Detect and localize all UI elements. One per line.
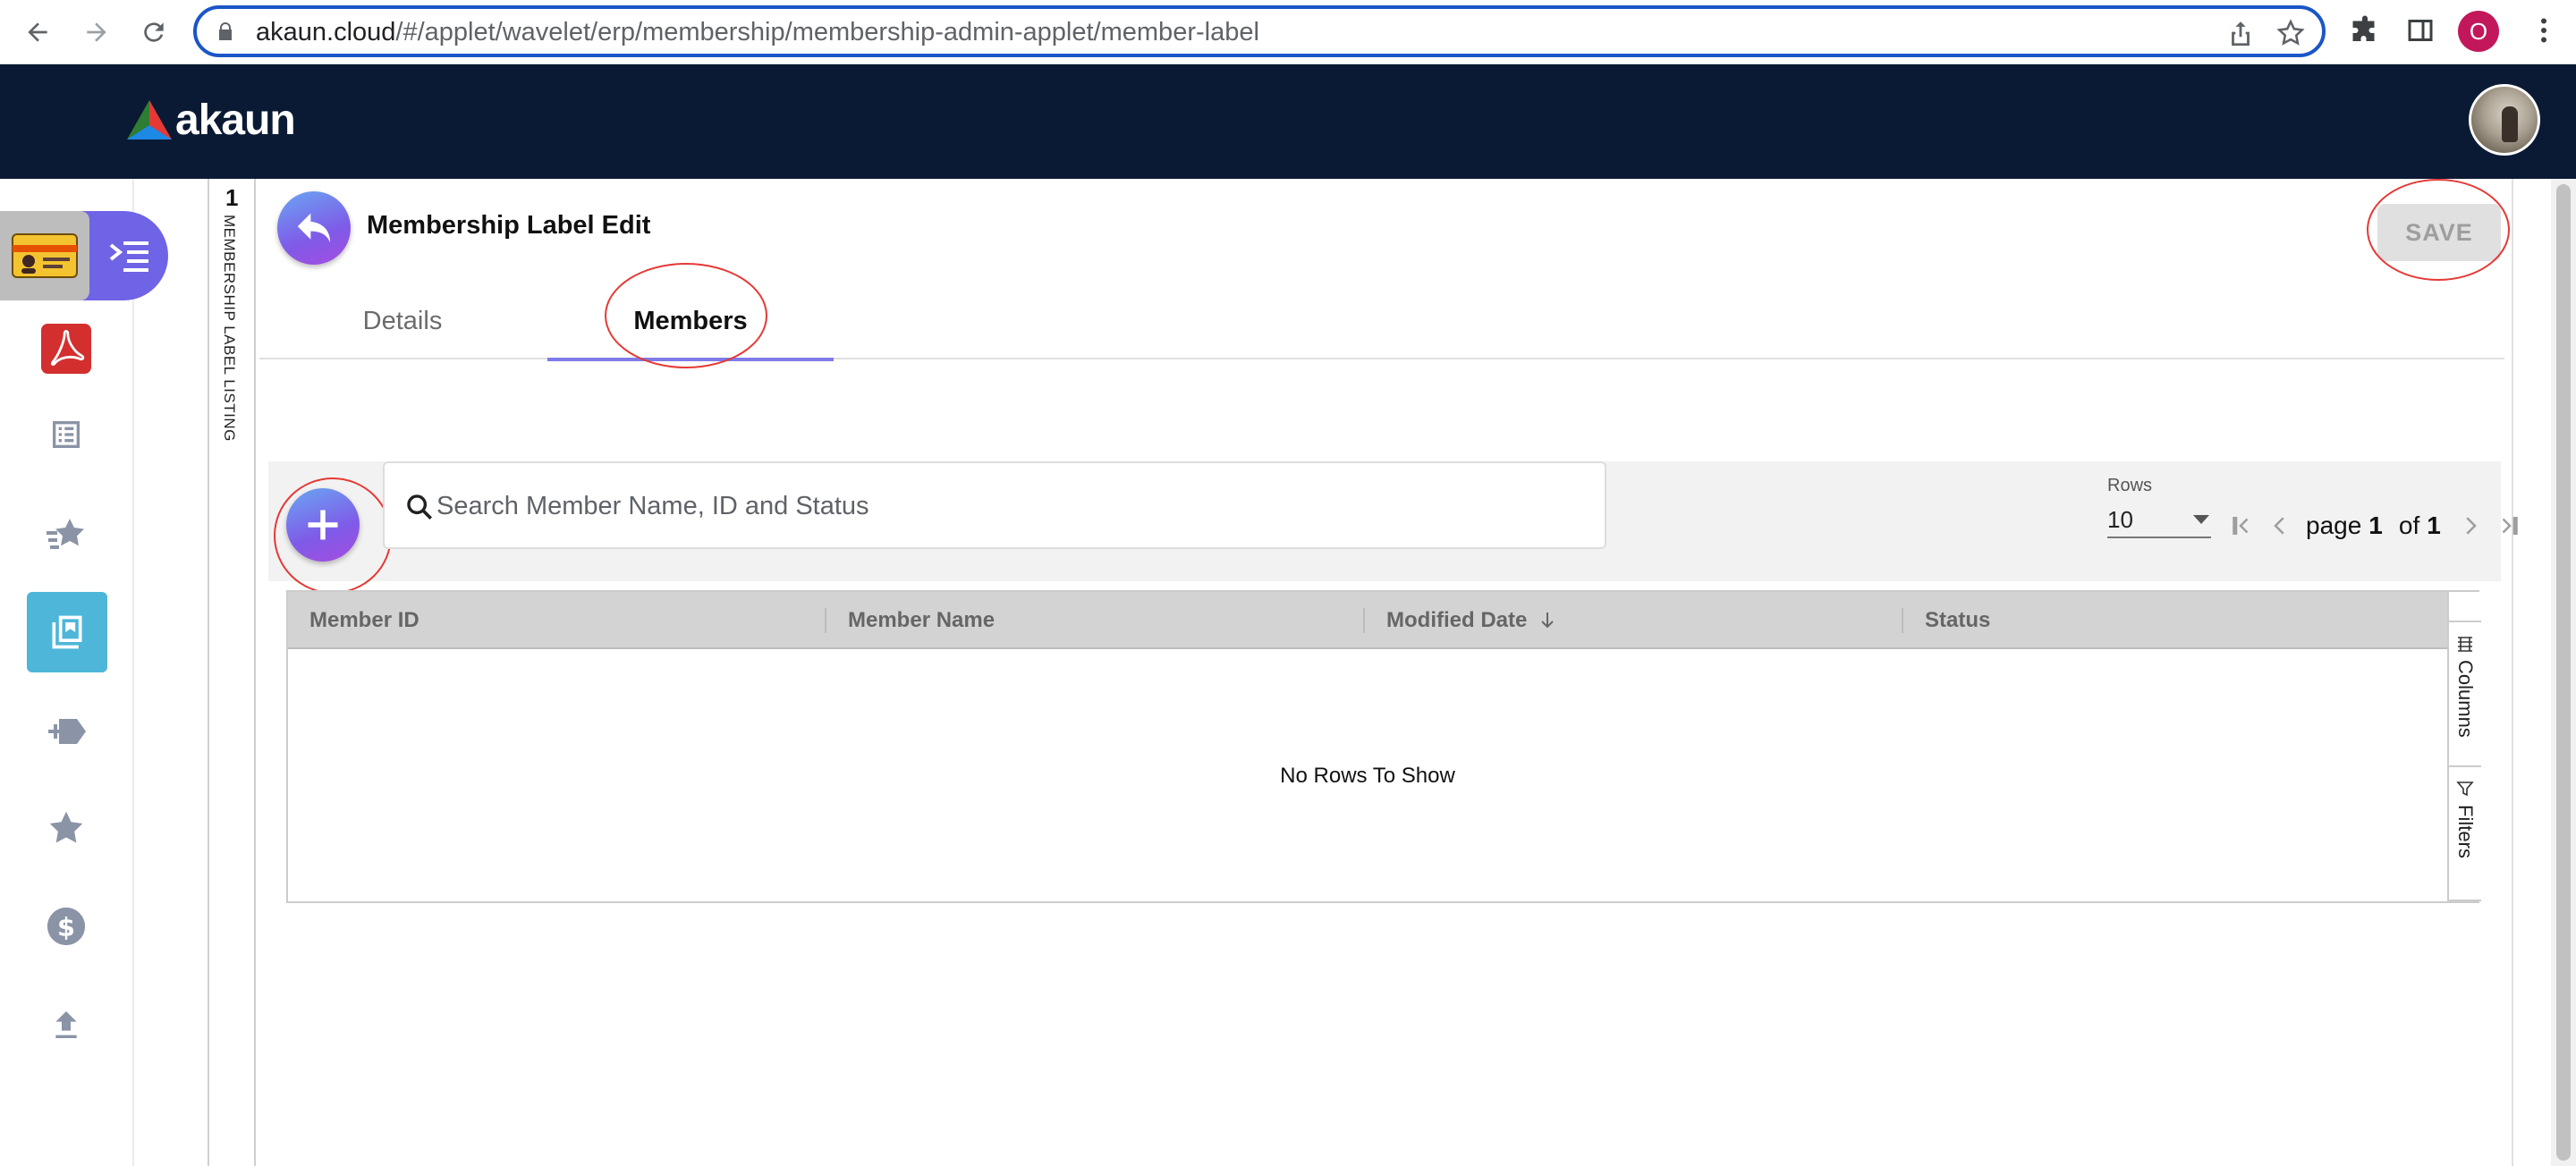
- browser-profile-avatar[interactable]: O: [2458, 11, 2499, 52]
- listing-label: MEMBERSHIP LABEL LISTING: [221, 215, 238, 442]
- search-icon: [407, 494, 433, 520]
- annotation-circle-add: [274, 477, 392, 594]
- dropdown-caret-icon: [2193, 515, 2209, 524]
- rows-label: Rows: [2107, 476, 2153, 495]
- book-icon[interactable]: [27, 592, 107, 672]
- logo-text: akaun: [175, 96, 296, 144]
- column-header-modified-date[interactable]: Modified Date: [1365, 592, 1903, 649]
- column-header-label: Member ID: [309, 608, 419, 632]
- search-container: [383, 461, 1606, 549]
- upload-icon[interactable]: [41, 1000, 91, 1050]
- grid-header: Member ID Member Name Modified Date Stat…: [288, 592, 2447, 649]
- back-arrow-icon[interactable]: [18, 13, 57, 52]
- grid-empty-message: No Rows To Show: [1280, 764, 1455, 788]
- annotation-circle-save: [2367, 179, 2510, 281]
- columns-tool-button[interactable]: Columns: [2449, 622, 2481, 767]
- members-grid: Member ID Member Name Modified Date Stat…: [286, 590, 2481, 903]
- url-host: akaun.cloud: [256, 18, 396, 46]
- akaun-logo-icon: [127, 100, 172, 139]
- extensions-puzzle-icon[interactable]: [2349, 14, 2381, 46]
- grid-toolbar: Rows 10 page 1 of 1: [268, 461, 2518, 594]
- filters-tool-label: Filters: [2454, 805, 2477, 858]
- forward-arrow-icon[interactable]: [77, 13, 116, 52]
- applet-sidebar: $: [0, 179, 168, 1166]
- previous-page-icon[interactable]: [2267, 512, 2293, 539]
- akaun-logo[interactable]: akaun: [125, 93, 296, 147]
- more-vertical-icon[interactable]: [2528, 14, 2560, 46]
- user-avatar[interactable]: [2469, 84, 2540, 156]
- filter-icon: [2456, 782, 2474, 797]
- acrobat-icon[interactable]: [41, 324, 91, 374]
- column-header-label: Status: [1925, 608, 1991, 632]
- edit-panel: Membership Label Edit SAVE Details Membe…: [256, 179, 2518, 1166]
- column-header-label: Member Name: [848, 608, 996, 632]
- membership-card-icon[interactable]: [0, 211, 89, 300]
- of-word: of: [2398, 511, 2420, 539]
- browser-toolbar: akaun.cloud/#/applet/wavelet/erp/members…: [0, 0, 2576, 64]
- column-header-status[interactable]: Status: [1903, 592, 2447, 649]
- url-path: /#/applet/wavelet/erp/membership/members…: [395, 18, 1259, 46]
- address-bar[interactable]: akaun.cloud/#/applet/wavelet/erp/members…: [193, 5, 2326, 57]
- pagination: page 1 of 1: [2227, 508, 2536, 544]
- sort-descending-icon: [1541, 613, 1555, 629]
- grid-side-tools: Columns Filters: [2447, 592, 2481, 901]
- tab-details[interactable]: Details: [259, 283, 546, 359]
- app-header: akaun: [0, 64, 2576, 179]
- annotation-circle-members-tab: [605, 263, 767, 368]
- share-icon[interactable]: [2225, 18, 2256, 48]
- svg-text:$: $: [57, 912, 75, 942]
- reload-icon[interactable]: [134, 13, 174, 52]
- page-scrollbar[interactable]: [2551, 179, 2576, 1166]
- rows-per-page-value: 10: [2107, 506, 2133, 533]
- list-icon[interactable]: [41, 410, 91, 460]
- total-pages: 1: [2427, 511, 2441, 539]
- column-header-label: Modified Date: [1386, 608, 1528, 632]
- first-page-icon[interactable]: [2227, 512, 2254, 539]
- last-page-icon[interactable]: [2496, 512, 2523, 539]
- page-word: page: [2306, 511, 2362, 539]
- star-rating-icon[interactable]: [41, 510, 91, 560]
- lock-icon: [219, 22, 232, 40]
- side-panel-icon[interactable]: [2404, 14, 2436, 46]
- columns-tool-label: Columns: [2454, 660, 2477, 738]
- column-header-member-name[interactable]: Member Name: [826, 592, 1365, 649]
- rows-per-page-select[interactable]: 10: [2107, 499, 2211, 538]
- filters-tool-button[interactable]: Filters: [2449, 767, 2481, 901]
- column-header-member-id[interactable]: Member ID: [288, 592, 826, 649]
- menu-collapse-icon[interactable]: [107, 236, 152, 275]
- reply-arrow-icon: [297, 213, 331, 243]
- url-text: akaun.cloud/#/applet/wavelet/erp/members…: [256, 18, 1259, 47]
- next-page-icon[interactable]: [2457, 512, 2484, 539]
- back-button[interactable]: [277, 191, 351, 265]
- dollar-icon[interactable]: $: [41, 901, 91, 951]
- listing-count: 1: [225, 184, 239, 211]
- tab-bar: Details Members: [259, 283, 2504, 361]
- search-input[interactable]: [436, 481, 1581, 531]
- columns-icon: [2458, 637, 2472, 652]
- star-icon[interactable]: [41, 803, 91, 853]
- bookmark-star-icon[interactable]: [2275, 18, 2306, 48]
- tag-plus-icon[interactable]: [41, 706, 91, 756]
- page-title: Membership Label Edit: [367, 211, 651, 240]
- membership-label-listing-tab[interactable]: 1 MEMBERSHIP LABEL LISTING: [208, 179, 256, 1166]
- scrollbar-thumb[interactable]: [2556, 184, 2571, 1161]
- current-page: 1: [2368, 511, 2383, 539]
